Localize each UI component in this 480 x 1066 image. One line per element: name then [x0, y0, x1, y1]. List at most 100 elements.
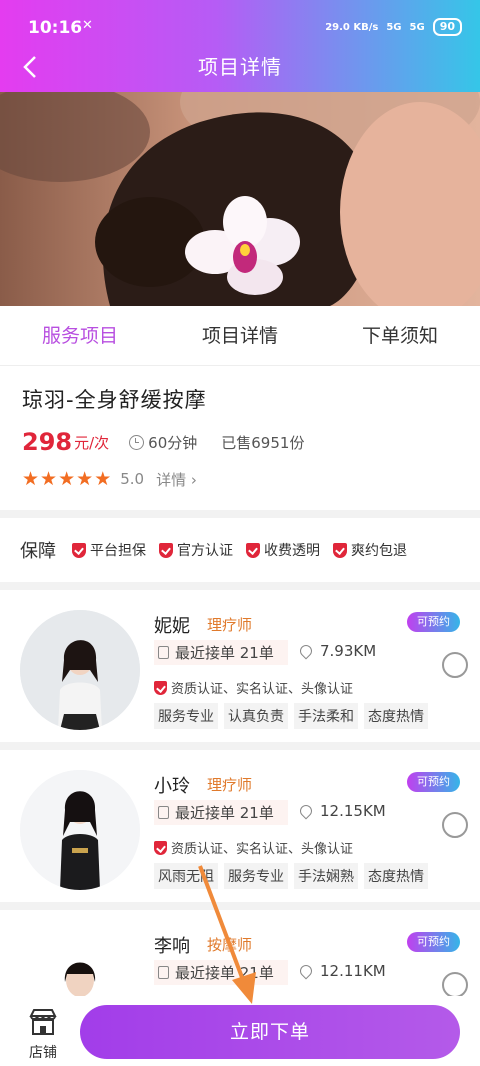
- distance: 12.15KM: [297, 802, 386, 820]
- price-row: 298 元/次 60分钟 已售6951份: [22, 428, 458, 456]
- guarantee-bar: 保障 平台担保 官方认证 收费透明 爽约包退: [0, 518, 480, 582]
- guarantee-item: 官方认证: [159, 540, 233, 560]
- therapist-card[interactable]: 妮妮 理疗师 可预约 最近接单 21单 7.93KM 资质认证、实名认证、头像认…: [0, 590, 480, 742]
- bottom-bar: 店铺 立即下单: [0, 996, 480, 1066]
- shield-check-icon: [154, 680, 167, 695]
- guarantee-text: 收费透明: [264, 543, 320, 559]
- recent-orders-text: 最近接单 21单: [175, 804, 274, 822]
- tag: 服务专业: [224, 863, 288, 889]
- signal-5g-1: 5G: [386, 21, 402, 33]
- tab-order-notes[interactable]: 下单须知: [320, 306, 480, 365]
- distance: 12.11KM: [297, 962, 386, 980]
- distance: 7.93KM: [297, 642, 377, 660]
- guarantee-item: 爽约包退: [333, 540, 407, 560]
- certifications: 资质认证、实名认证、头像认证: [154, 678, 353, 697]
- tab-bar: 服务项目 项目详情 下单须知: [0, 306, 480, 366]
- available-badge[interactable]: 可预约: [407, 612, 460, 632]
- shield-check-icon: [72, 542, 86, 558]
- tag: 手法柔和: [294, 703, 358, 729]
- select-radio[interactable]: [442, 972, 468, 998]
- guarantee-text: 平台担保: [90, 543, 146, 559]
- shield-check-icon: [159, 542, 173, 558]
- select-radio[interactable]: [442, 812, 468, 838]
- clock-icon: [129, 434, 145, 450]
- star-icon: ★: [94, 468, 112, 490]
- tag: 认真负责: [224, 703, 288, 729]
- guarantee-text: 官方认证: [177, 543, 233, 559]
- service-info: 琼羽-全身舒缓按摩 298 元/次 60分钟 已售6951份 ★ ★ ★ ★ ★…: [0, 366, 480, 510]
- location-pin-icon: [297, 642, 315, 660]
- signal-5g-2: 5G: [409, 21, 425, 33]
- status-bar: 10:16 ✕ 29.0 KB/s 5G 5G 90: [0, 0, 480, 46]
- select-radio[interactable]: [442, 652, 468, 678]
- certifications: 资质认证、实名认证、头像认证: [154, 838, 353, 857]
- star-icon: ★: [58, 468, 76, 490]
- distance-text: 12.11KM: [320, 962, 386, 980]
- therapist-role: 按摩师: [207, 936, 253, 954]
- price-value: 298: [22, 428, 73, 456]
- order-now-button[interactable]: 立即下单: [80, 1005, 460, 1059]
- tag-list: 服务专业 认真负责 手法柔和 态度热情: [154, 703, 428, 729]
- service-title: 琼羽-全身舒缓按摩: [22, 388, 207, 412]
- recent-orders-text: 最近接单 21单: [175, 964, 274, 982]
- chevron-right-icon: ›: [190, 470, 197, 489]
- rating-value: 5.0: [120, 470, 145, 488]
- recent-orders: 最近接单 21单: [154, 960, 288, 985]
- therapist-role: 理疗师: [207, 776, 253, 794]
- shield-check-icon: [246, 542, 260, 558]
- guarantee-item: 收费透明: [246, 540, 320, 560]
- guarantee-text: 爽约包退: [351, 543, 407, 559]
- star-icon: ★: [76, 468, 94, 490]
- guarantee-label: 保障: [20, 541, 56, 562]
- tag: 态度热情: [364, 703, 428, 729]
- distance-text: 12.15KM: [320, 802, 386, 820]
- avatar: [20, 610, 140, 730]
- rating-detail-label: 详情: [156, 470, 187, 489]
- header: 10:16 ✕ 29.0 KB/s 5G 5G 90 项目详情: [0, 0, 480, 92]
- therapist-name: 小玲: [154, 776, 190, 797]
- document-icon: [158, 806, 169, 819]
- store-icon: [29, 1009, 57, 1035]
- tab-service-details[interactable]: 项目详情: [160, 306, 320, 365]
- guarantee-item: 平台担保: [72, 540, 146, 560]
- nav-bar: 项目详情: [0, 46, 480, 92]
- service-hero-image: [0, 92, 480, 306]
- tab-service-items[interactable]: 服务项目: [0, 306, 160, 365]
- hero-illustration: [0, 92, 480, 306]
- therapist-role: 理疗师: [207, 616, 253, 634]
- recent-orders: 最近接单 21单: [154, 640, 288, 665]
- recent-orders: 最近接单 21单: [154, 800, 288, 825]
- distance-text: 7.93KM: [320, 642, 377, 660]
- recent-orders-text: 最近接单 21单: [175, 644, 274, 662]
- price-unit: 元/次: [74, 433, 110, 452]
- rating-row: ★ ★ ★ ★ ★ 5.0 详情 ›: [22, 468, 458, 490]
- therapist-name: 李响: [154, 936, 190, 957]
- star-icon: ★: [40, 468, 58, 490]
- therapist-card[interactable]: 小玲 理疗师 可预约 最近接单 21单 12.15KM 资质认证、实名认证、头像…: [0, 750, 480, 902]
- notification-muted-icon: ✕: [82, 18, 93, 33]
- document-icon: [158, 646, 169, 659]
- shop-label: 店铺: [29, 1045, 57, 1061]
- status-time: 10:16: [28, 18, 83, 38]
- rating-detail-link[interactable]: 详情 ›: [156, 469, 197, 490]
- available-badge[interactable]: 可预约: [407, 932, 460, 952]
- tag: 风雨无阻: [154, 863, 218, 889]
- avatar-illustration: [20, 770, 140, 890]
- shop-button[interactable]: 店铺: [20, 1008, 66, 1062]
- star-icon: ★: [22, 468, 40, 490]
- battery-icon: 90: [432, 18, 462, 36]
- document-icon: [158, 966, 169, 979]
- tag: 服务专业: [154, 703, 218, 729]
- avatar: [20, 770, 140, 890]
- available-badge[interactable]: 可预约: [407, 772, 460, 792]
- tag: 态度热情: [364, 863, 428, 889]
- avatar-illustration: [20, 610, 140, 730]
- duration: 60分钟: [148, 433, 198, 452]
- status-right: 29.0 KB/s 5G 5G 90: [325, 18, 462, 36]
- page-title: 项目详情: [198, 55, 282, 79]
- shield-check-icon: [333, 542, 347, 558]
- sold-count: 已售6951份: [221, 433, 305, 452]
- location-pin-icon: [297, 802, 315, 820]
- location-pin-icon: [297, 962, 315, 980]
- therapist-name: 妮妮: [154, 616, 190, 637]
